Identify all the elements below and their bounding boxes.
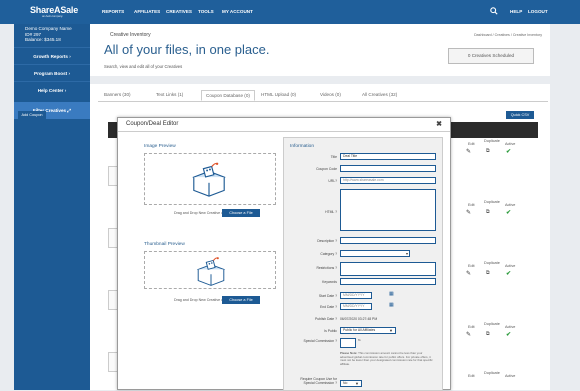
calendar-icon[interactable]: ▦ — [389, 302, 394, 308]
start-date-input[interactable]: MM/DD/YYYY — [340, 292, 372, 299]
percent-sign: % — [358, 338, 361, 342]
edit-pencil-icon[interactable]: ✎ — [466, 270, 471, 277]
category-label: Category ? — [320, 252, 337, 256]
expand-icon: ⤢ — [67, 107, 72, 113]
calendar-icon[interactable]: ▦ — [389, 291, 394, 297]
image-preview-title: Image Preview — [144, 144, 176, 149]
shareasale-logo[interactable]: ShareASale an Awin company — [30, 5, 78, 18]
sidebar: Demo Company Name ID# 297 Balance: $345.… — [14, 24, 90, 390]
duplicate-icon[interactable]: ⧉ — [486, 148, 490, 154]
require-coupon-select[interactable]: No ▼ — [340, 380, 362, 387]
image-dropzone[interactable] — [144, 153, 276, 205]
url-input[interactable]: http://www.shareasale.com — [340, 177, 436, 184]
modal-title: Coupon/Deal Editor — [126, 121, 179, 127]
tab-banners[interactable]: Banners (30) — [104, 92, 131, 97]
end-date-input[interactable]: MM/DD/YYYY — [340, 303, 372, 310]
image-choose-file-button[interactable]: Choose a File — [222, 209, 260, 217]
active-check-icon[interactable]: ✔ — [506, 209, 511, 216]
tab-text-links[interactable]: Text Links (1) — [156, 92, 183, 97]
edit-pencil-icon[interactable]: ✎ — [466, 148, 471, 155]
page-title: All of your files, in one place. — [104, 42, 270, 57]
description-input[interactable] — [340, 237, 436, 244]
coupon-deal-editor-modal: Coupon/Deal Editor ✖ Image Preview Drag … — [117, 117, 451, 391]
chevron-down-icon: ▼ — [355, 381, 359, 386]
thumbnail-dropzone[interactable] — [144, 251, 276, 289]
html-label: HTML ? — [325, 210, 337, 214]
image-drag-text: Drag and Drop New Creative or — [174, 211, 225, 215]
start-date-label: Start Date ? — [318, 294, 337, 298]
nav-creatives[interactable]: CREATIVES — [166, 9, 192, 14]
search-icon[interactable] — [490, 7, 498, 15]
scheduled-creatives-button[interactable]: 0 Creatives Scheduled — [448, 48, 534, 64]
edit-pencil-icon[interactable]: ✎ — [466, 209, 471, 216]
restrictions-label: Restrictions ? — [316, 266, 337, 270]
html-textarea[interactable] — [340, 189, 436, 231]
coupon-code-label: Coupon Code — [316, 167, 337, 171]
active-check-icon[interactable]: ✔ — [506, 148, 511, 155]
tab-coupon-database[interactable]: Coupon Database (0) — [201, 90, 255, 101]
thumbnail-preview-title: Thumbnail Preview — [144, 242, 185, 247]
tab-videos[interactable]: Videos (0) — [320, 92, 341, 97]
thumbnail-choose-file-button[interactable]: Choose a File — [222, 296, 260, 304]
keywords-input[interactable] — [340, 278, 436, 285]
top-navbar: ShareASale an Awin company REPORTS AFFILI… — [0, 0, 580, 24]
active-check-icon[interactable]: ✔ — [506, 331, 511, 338]
active-check-icon[interactable]: ✔ — [506, 270, 511, 277]
category-select[interactable]: ▾ — [340, 250, 410, 257]
chevron-down-icon: ▼ — [389, 328, 393, 333]
commission-note: Please Note: This commission amount cann… — [340, 351, 433, 366]
duplicate-icon[interactable]: ⧉ — [486, 270, 490, 276]
sidebar-item-help-center[interactable]: Help Center › — [14, 80, 90, 98]
nav-reports[interactable]: REPORTS — [102, 9, 124, 14]
edit-pencil-icon[interactable]: ✎ — [466, 331, 471, 338]
title-label: Title — [330, 155, 337, 159]
publish-date-label: Publish Date ? — [314, 317, 337, 321]
information-form: Information Title Deal Title Coupon Code… — [283, 137, 443, 391]
is-public-select[interactable]: Public for All Affiliates ▼ — [340, 327, 396, 334]
end-date-label: End Date ? — [320, 305, 337, 309]
nav-affiliates[interactable]: AFFILIATES — [134, 9, 160, 14]
page-subtitle: Creative Inventory — [110, 32, 151, 38]
nav-my-account[interactable]: MY ACCOUNT — [222, 9, 253, 14]
breadcrumb: Dashboard / Creatives / Creative Invento… — [474, 33, 542, 37]
description-label: Description ? — [317, 239, 337, 243]
account-info: Demo Company Name ID# 297 Balance: $345.… — [25, 26, 72, 43]
duplicate-icon[interactable]: ⧉ — [486, 209, 490, 215]
help-link[interactable]: HELP — [510, 9, 522, 14]
add-coupon-button[interactable]: Add Coupon — [18, 111, 46, 119]
tab-all-creatives[interactable]: All Creatives (32) — [362, 92, 397, 97]
title-input[interactable]: Deal Title — [340, 153, 436, 160]
tab-html-upload[interactable]: HTML Upload (0) — [261, 92, 296, 97]
modal-header: Coupon/Deal Editor ✖ — [118, 118, 450, 132]
box-robot-icon — [196, 257, 226, 286]
restrictions-input[interactable] — [340, 262, 436, 276]
creative-tabs: Banners (30) Text Links (1) Coupon Datab… — [98, 90, 548, 102]
special-commission-input[interactable] — [340, 338, 356, 348]
nav-tools[interactable]: TOOLS — [198, 9, 214, 14]
close-icon[interactable]: ✖ — [436, 120, 442, 128]
thumbnail-drag-text: Drag and Drop New Creative or — [174, 298, 225, 302]
keywords-label: Keywords — [322, 280, 337, 284]
sidebar-item-program-boost[interactable]: Program Boost › — [14, 63, 90, 81]
box-robot-icon — [192, 162, 226, 197]
sidebar-item-growth-reports[interactable]: Growth Reports › — [14, 46, 90, 64]
coupon-code-input[interactable] — [340, 165, 436, 172]
publish-date-value: 06/07/2020 03:27:48 PM — [340, 317, 378, 321]
page-description: Search, view and edit all of your Creati… — [104, 64, 183, 69]
is-public-label: Is Public — [324, 329, 337, 333]
quick-csv-button[interactable]: Quick CSV — [506, 111, 534, 119]
chevron-down-icon: ▾ — [405, 251, 408, 256]
logout-link[interactable]: LOGOUT — [528, 9, 548, 14]
require-coupon-label: Require Coupon Use for Special Commissio… — [300, 377, 337, 385]
url-label: URL? — [328, 179, 337, 183]
duplicate-icon[interactable]: ⧉ — [486, 331, 490, 337]
special-commission-label: Special Commission ? — [303, 339, 337, 343]
information-title: Information — [290, 144, 314, 149]
